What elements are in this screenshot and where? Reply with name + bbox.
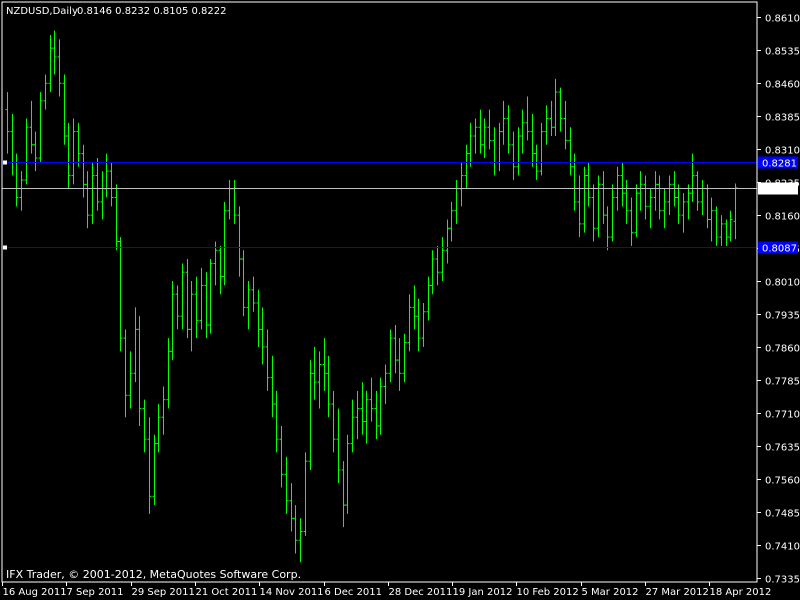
- y-tick-label: 0.7485: [765, 509, 800, 520]
- price-chart[interactable]: 0.86100.85350.84600.83850.83100.82350.81…: [0, 0, 800, 600]
- y-tick-label: 0.8535: [765, 47, 800, 58]
- x-tick-label: 21 Oct 2011: [196, 587, 258, 598]
- y-tick-label: 0.8610: [765, 14, 800, 25]
- copyright-text: IFX Trader, © 2001-2012, MetaQuotes Soft…: [6, 568, 301, 581]
- x-tick-label: 16 Aug 2011: [3, 587, 67, 598]
- x-tick-label: 10 Feb 2012: [517, 587, 579, 598]
- y-tick-label: 0.7785: [765, 377, 800, 388]
- y-tick-label: 0.7635: [765, 443, 800, 454]
- x-tick-label: 18 Apr 2012: [710, 587, 772, 598]
- current-price-label: 0.8222: [762, 185, 797, 196]
- hline-price-label: 0.8281: [762, 159, 797, 170]
- x-tick-label: 5 Mar 2012: [582, 587, 639, 598]
- y-tick-label: 0.8385: [765, 113, 800, 124]
- y-tick-label: 0.7560: [765, 476, 800, 487]
- y-tick-label: 0.8460: [765, 80, 800, 91]
- x-tick-label: 14 Nov 2011: [260, 587, 324, 598]
- hline-price-label: 0.8087: [762, 244, 797, 255]
- x-tick-label: 19 Jan 2012: [453, 587, 513, 598]
- hline-handle[interactable]: [3, 160, 7, 165]
- y-tick-label: 0.8310: [765, 146, 800, 157]
- y-tick-label: 0.7860: [765, 344, 800, 355]
- hline-handle[interactable]: [3, 245, 7, 250]
- chart-title: NZDUSD,Daily: [6, 6, 78, 17]
- x-tick-label: 6 Dec 2011: [325, 587, 383, 598]
- y-tick-label: 0.7410: [765, 542, 800, 553]
- x-tick-label: 7 Sep 2011: [67, 587, 124, 598]
- y-tick-label: 0.7335: [765, 575, 800, 586]
- y-tick-label: 0.7710: [765, 410, 800, 421]
- y-tick-label: 0.8010: [765, 278, 800, 289]
- x-tick-label: 29 Sep 2011: [132, 587, 195, 598]
- y-tick-label: 0.7935: [765, 311, 800, 322]
- ohlc-header: 0.8146 0.8232 0.8105 0.8222: [77, 6, 227, 17]
- x-tick-label: 27 Mar 2012: [646, 587, 709, 598]
- y-tick-label: 0.8160: [765, 212, 800, 223]
- x-tick-label: 28 Dec 2011: [389, 587, 453, 598]
